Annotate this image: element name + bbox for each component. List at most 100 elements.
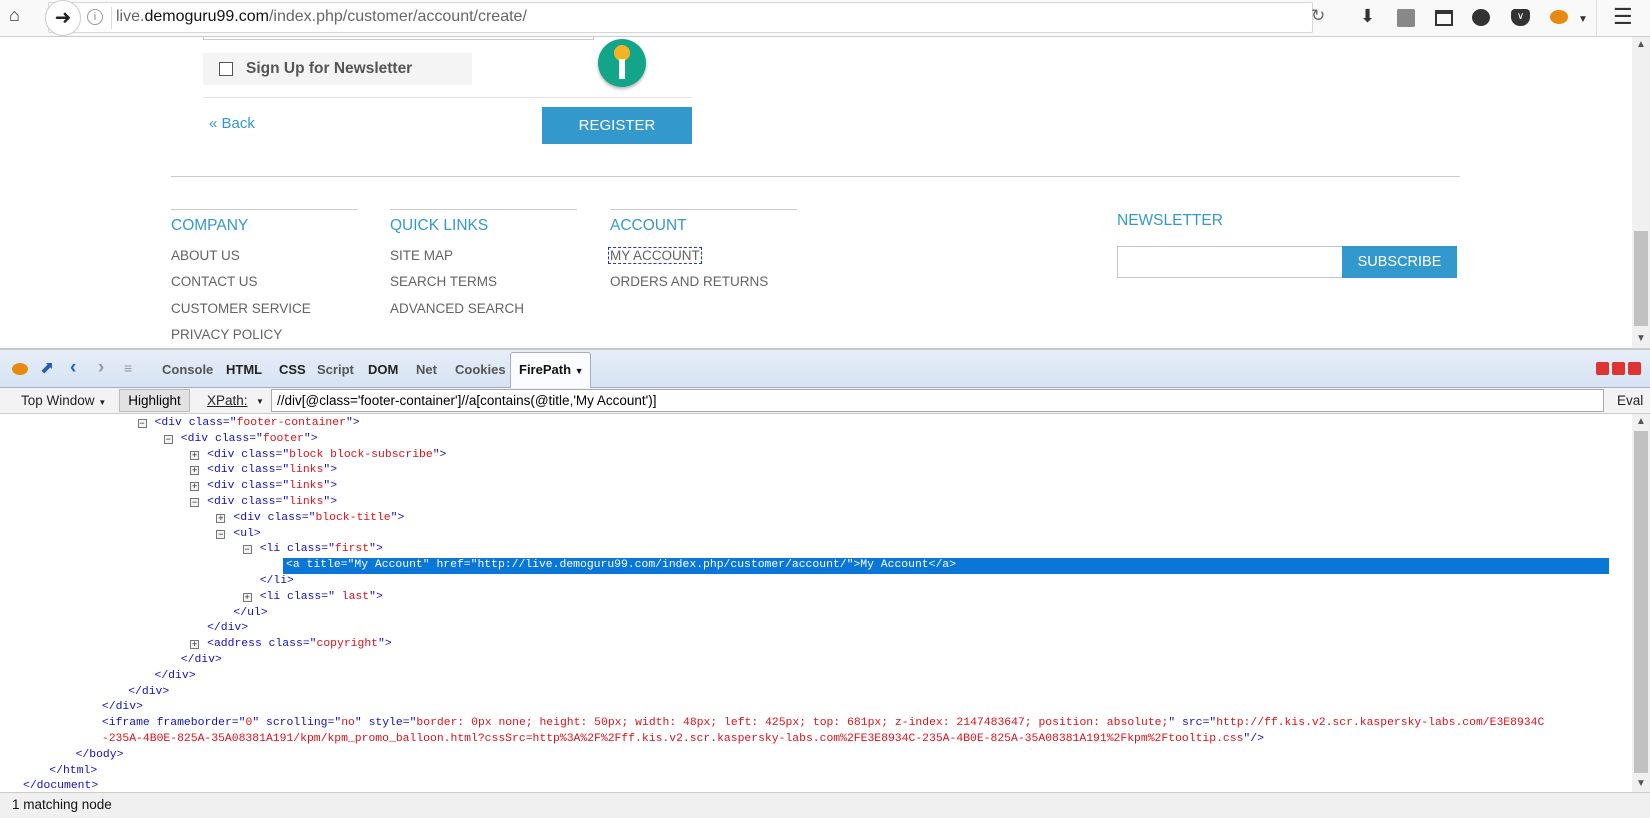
- newsletter-email-input[interactable]: [1117, 246, 1343, 278]
- back-icon[interactable]: ➜: [45, 0, 81, 36]
- tree-node[interactable]: + <div class="block-title">: [216, 511, 404, 527]
- collapse-icon[interactable]: −: [216, 529, 226, 539]
- footer-link[interactable]: SEARCH TERMS: [390, 274, 497, 289]
- key-icon[interactable]: [598, 39, 646, 87]
- expand-icon[interactable]: +: [190, 450, 200, 460]
- scrollbar-thumb[interactable]: [1634, 231, 1648, 326]
- expand-icon[interactable]: +: [190, 482, 200, 492]
- window-icon[interactable]: [1435, 10, 1453, 26]
- footer-link[interactable]: MY ACCOUNT: [608, 247, 702, 264]
- detach-icon[interactable]: [1612, 362, 1625, 375]
- tree-node[interactable]: </div>: [128, 685, 169, 701]
- inspect-icon[interactable]: ⬈: [40, 358, 54, 378]
- attr-punct: ": [354, 717, 362, 730]
- chevron-down-icon[interactable]: ▼: [575, 366, 584, 376]
- download-icon[interactable]: ⬇: [1360, 6, 1375, 27]
- tree-node[interactable]: </div>: [155, 669, 196, 685]
- scratchpad-icon[interactable]: [1397, 9, 1415, 27]
- tree-node[interactable]: </div>: [181, 653, 222, 669]
- collapse-icon[interactable]: −: [242, 545, 252, 555]
- back-link[interactable]: « Back: [209, 115, 255, 132]
- command-line-icon[interactable]: ≡: [124, 360, 132, 376]
- tree-node[interactable]: </document>: [23, 779, 98, 792]
- tree-node[interactable]: − <ul>: [216, 527, 261, 543]
- close-icon[interactable]: [1628, 362, 1641, 375]
- collapse-icon[interactable]: −: [163, 434, 173, 444]
- tab-cookies[interactable]: Cookies: [455, 362, 506, 377]
- collapse-icon[interactable]: −: [190, 498, 200, 507]
- selected-tree-node[interactable]: <a title="My Account" href="http://live.…: [283, 558, 1609, 574]
- tree-node[interactable]: − <li class="first">: [242, 542, 383, 558]
- xpath-type-dropdown[interactable]: ▼: [256, 397, 264, 406]
- attr-punct: =": [1202, 717, 1217, 730]
- firebug-icon[interactable]: [12, 363, 28, 375]
- highlight-button[interactable]: Highlight: [119, 389, 190, 412]
- tag-name: address: [213, 638, 262, 651]
- tab-firepath[interactable]: FirePath ▼: [510, 352, 591, 388]
- tab-console[interactable]: Console: [162, 362, 213, 377]
- tree-node[interactable]: + <li class=" last">: [242, 590, 383, 606]
- tree-scrollbar[interactable]: ▲ ▼: [1632, 414, 1650, 792]
- minimize-icon[interactable]: [1596, 362, 1609, 375]
- footer-link[interactable]: ORDERS AND RETURNS: [610, 274, 768, 289]
- tree-node[interactable]: + <div class="links">: [190, 463, 337, 479]
- footer-link[interactable]: ABOUT US: [171, 248, 240, 263]
- footer-link[interactable]: SITE MAP: [390, 248, 453, 263]
- back-icon[interactable]: ‹: [70, 357, 76, 379]
- register-button[interactable]: REGISTER: [542, 107, 692, 144]
- reload-icon[interactable]: ↻: [1311, 6, 1325, 26]
- expand-icon[interactable]: +: [190, 640, 200, 650]
- tag-name: div: [213, 480, 235, 493]
- attr-name: class: [241, 448, 276, 461]
- newsletter-checkbox[interactable]: [219, 62, 233, 76]
- tree-node[interactable]: </div>: [207, 621, 248, 637]
- menu-icon[interactable]: ☰: [1613, 4, 1633, 30]
- tab-dom[interactable]: DOM: [368, 362, 398, 377]
- tree-node[interactable]: </li>: [260, 574, 294, 590]
- scrollbar-thumb[interactable]: [1634, 431, 1648, 773]
- tree-node[interactable]: − <div class="links">: [190, 495, 337, 511]
- tab-net[interactable]: Net: [416, 362, 437, 377]
- collapse-icon[interactable]: −: [137, 419, 147, 428]
- tab-script[interactable]: Script: [317, 362, 354, 377]
- tree-node[interactable]: </ul>: [233, 606, 267, 622]
- expand-icon[interactable]: +: [242, 592, 252, 602]
- attr-name: src: [1182, 717, 1203, 730]
- tree-node[interactable]: <iframe frameborder="0" scrolling="no" s…: [102, 716, 1551, 748]
- tree-node[interactable]: </html>: [49, 764, 97, 780]
- tree-node[interactable]: </div>: [102, 700, 143, 716]
- home-icon[interactable]: ⌂: [9, 5, 20, 26]
- eval-button[interactable]: Eval: [1617, 393, 1643, 408]
- attr-punct: ": [390, 511, 398, 524]
- chat-icon[interactable]: [1472, 9, 1490, 26]
- subscribe-button[interactable]: SUBSCRIBE: [1342, 246, 1457, 278]
- footer-link[interactable]: CUSTOMER SERVICE: [171, 301, 311, 316]
- forward-icon[interactable]: ›: [98, 357, 104, 379]
- chevron-down-icon[interactable]: ▼: [1578, 14, 1588, 25]
- url-text[interactable]: live.demoguru99.com/index.php/customer/a…: [116, 8, 527, 26]
- footer-link[interactable]: ADVANCED SEARCH: [390, 301, 524, 316]
- expand-icon[interactable]: +: [190, 466, 200, 476]
- info-icon[interactable]: i: [87, 9, 103, 25]
- expand-icon[interactable]: +: [216, 513, 226, 523]
- pocket-icon[interactable]: ∨: [1511, 9, 1530, 26]
- xpath-input[interactable]: //div[@class='footer-container']//a[cont…: [271, 389, 1604, 412]
- newsletter-signup[interactable]: Sign Up for Newsletter: [203, 53, 472, 85]
- tree-node[interactable]: + <div class="block block-subscribe">: [190, 448, 446, 464]
- tree-node[interactable]: − <div class="footer-container">: [137, 416, 360, 432]
- tree-node[interactable]: − <div class="footer">: [163, 432, 318, 448]
- page-scrollbar[interactable]: ▲ ▼: [1632, 37, 1650, 348]
- previous-input-field[interactable]: [203, 37, 594, 40]
- firebug-icon[interactable]: [1550, 10, 1568, 24]
- tab-html[interactable]: HTML: [226, 362, 262, 377]
- tree-node[interactable]: + <address class="copyright">: [190, 637, 392, 653]
- footer-link[interactable]: PRIVACY POLICY: [171, 327, 282, 342]
- footer-link[interactable]: CONTACT US: [171, 274, 258, 289]
- attr-punct: =": [222, 417, 237, 429]
- newsletter-checkbox-label[interactable]: Sign Up for Newsletter: [246, 60, 412, 78]
- tree-node[interactable]: + <div class="links">: [190, 479, 337, 495]
- status-text: 1 matching node: [12, 797, 112, 812]
- tree-node[interactable]: </body>: [76, 748, 124, 764]
- frame-select[interactable]: Top Window ▼: [21, 393, 106, 408]
- tab-css[interactable]: CSS: [279, 362, 306, 377]
